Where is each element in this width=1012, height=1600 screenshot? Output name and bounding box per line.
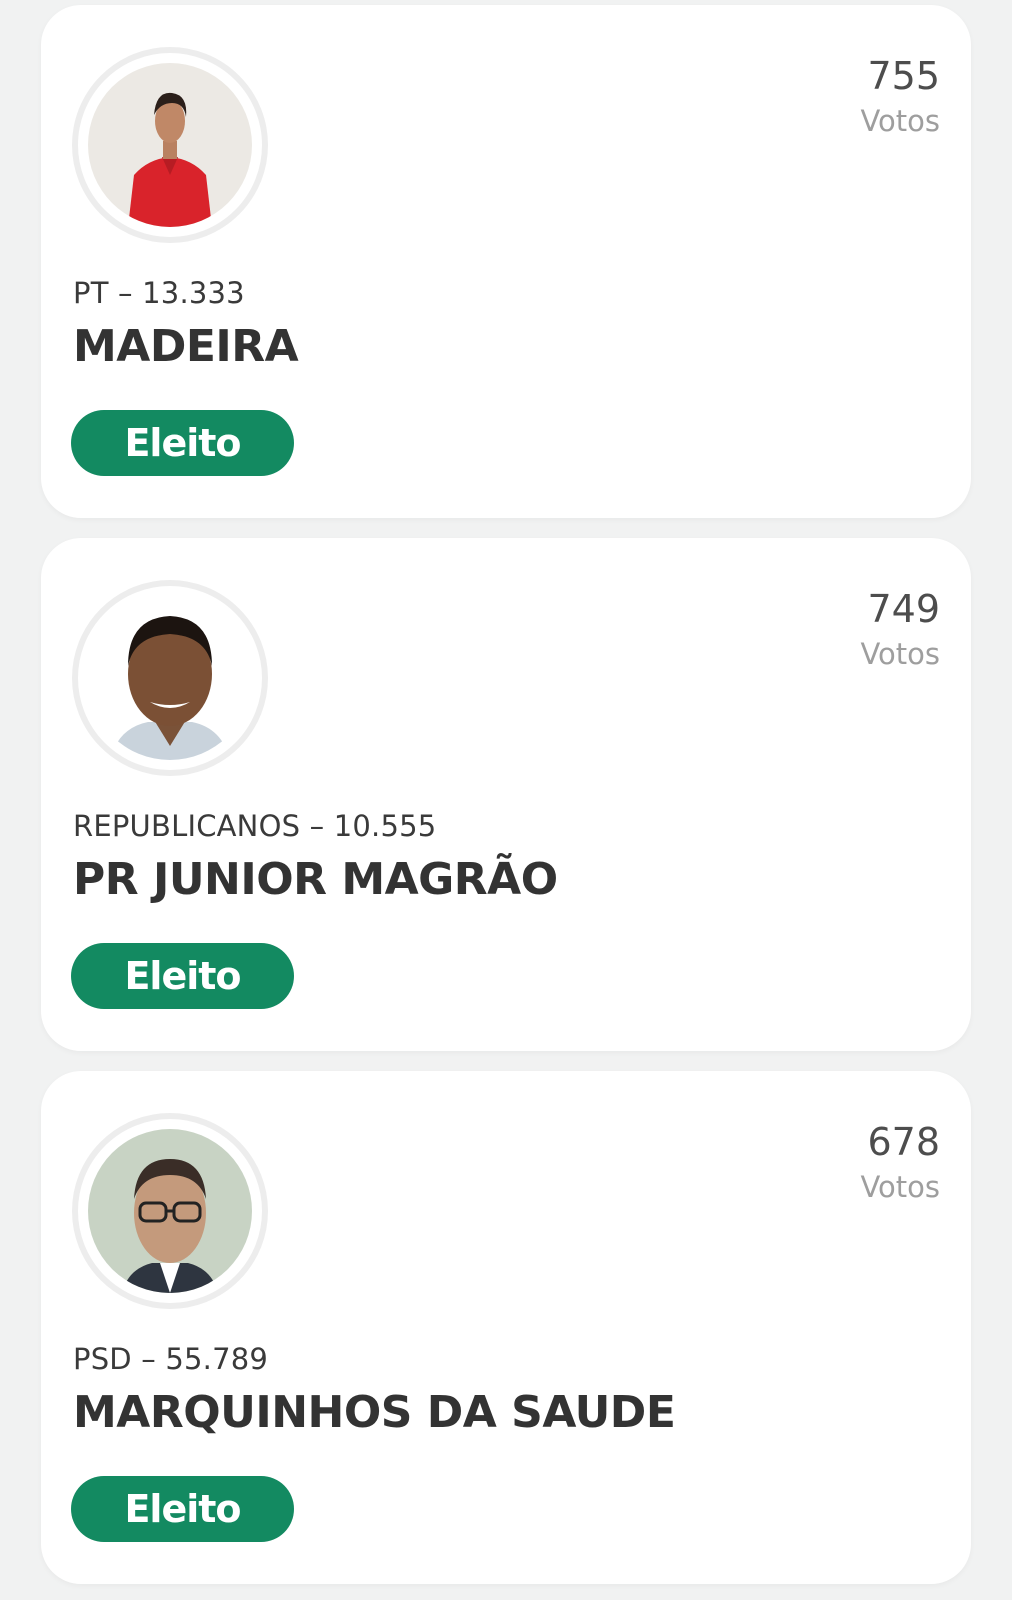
candidate-card[interactable]: 749 Votos REPUBLICANOS – 10.555 PR JUNIO… xyxy=(41,538,971,1051)
votes-label: Votos xyxy=(860,104,940,138)
avatar-frame xyxy=(72,47,268,243)
votes-block: 678 Votos xyxy=(860,1119,940,1207)
votes-count: 755 xyxy=(867,54,940,98)
candidate-name: PR JUNIOR MAGRÃO xyxy=(73,854,558,905)
candidate-list: 755 Votos PT – 13.333 MADEIRA Eleito 749… xyxy=(0,0,1012,1600)
votes-count: 749 xyxy=(867,587,940,631)
party-number: PSD – 55.789 xyxy=(73,1342,269,1376)
avatar-frame xyxy=(72,1113,268,1309)
avatar-frame xyxy=(72,580,268,776)
votes-count: 678 xyxy=(867,1120,940,1164)
avatar xyxy=(88,1129,252,1293)
party-number: REPUBLICANOS – 10.555 xyxy=(73,809,437,843)
party-number: PT – 13.333 xyxy=(73,276,245,310)
candidate-name: MARQUINHOS DA SAUDE xyxy=(73,1387,676,1438)
status-badge: Eleito xyxy=(71,410,294,476)
avatar xyxy=(88,63,252,227)
candidate-card[interactable]: 678 Votos PSD – 55.789 MARQUINHOS DA SAU… xyxy=(41,1071,971,1584)
status-badge: Eleito xyxy=(71,1476,294,1542)
candidate-card[interactable]: 755 Votos PT – 13.333 MADEIRA Eleito xyxy=(41,5,971,518)
votes-block: 749 Votos xyxy=(860,586,940,674)
votes-label: Votos xyxy=(860,637,940,671)
avatar xyxy=(88,596,252,760)
status-badge: Eleito xyxy=(71,943,294,1009)
votes-label: Votos xyxy=(860,1170,940,1204)
votes-block: 755 Votos xyxy=(860,53,940,141)
candidate-name: MADEIRA xyxy=(73,321,299,372)
